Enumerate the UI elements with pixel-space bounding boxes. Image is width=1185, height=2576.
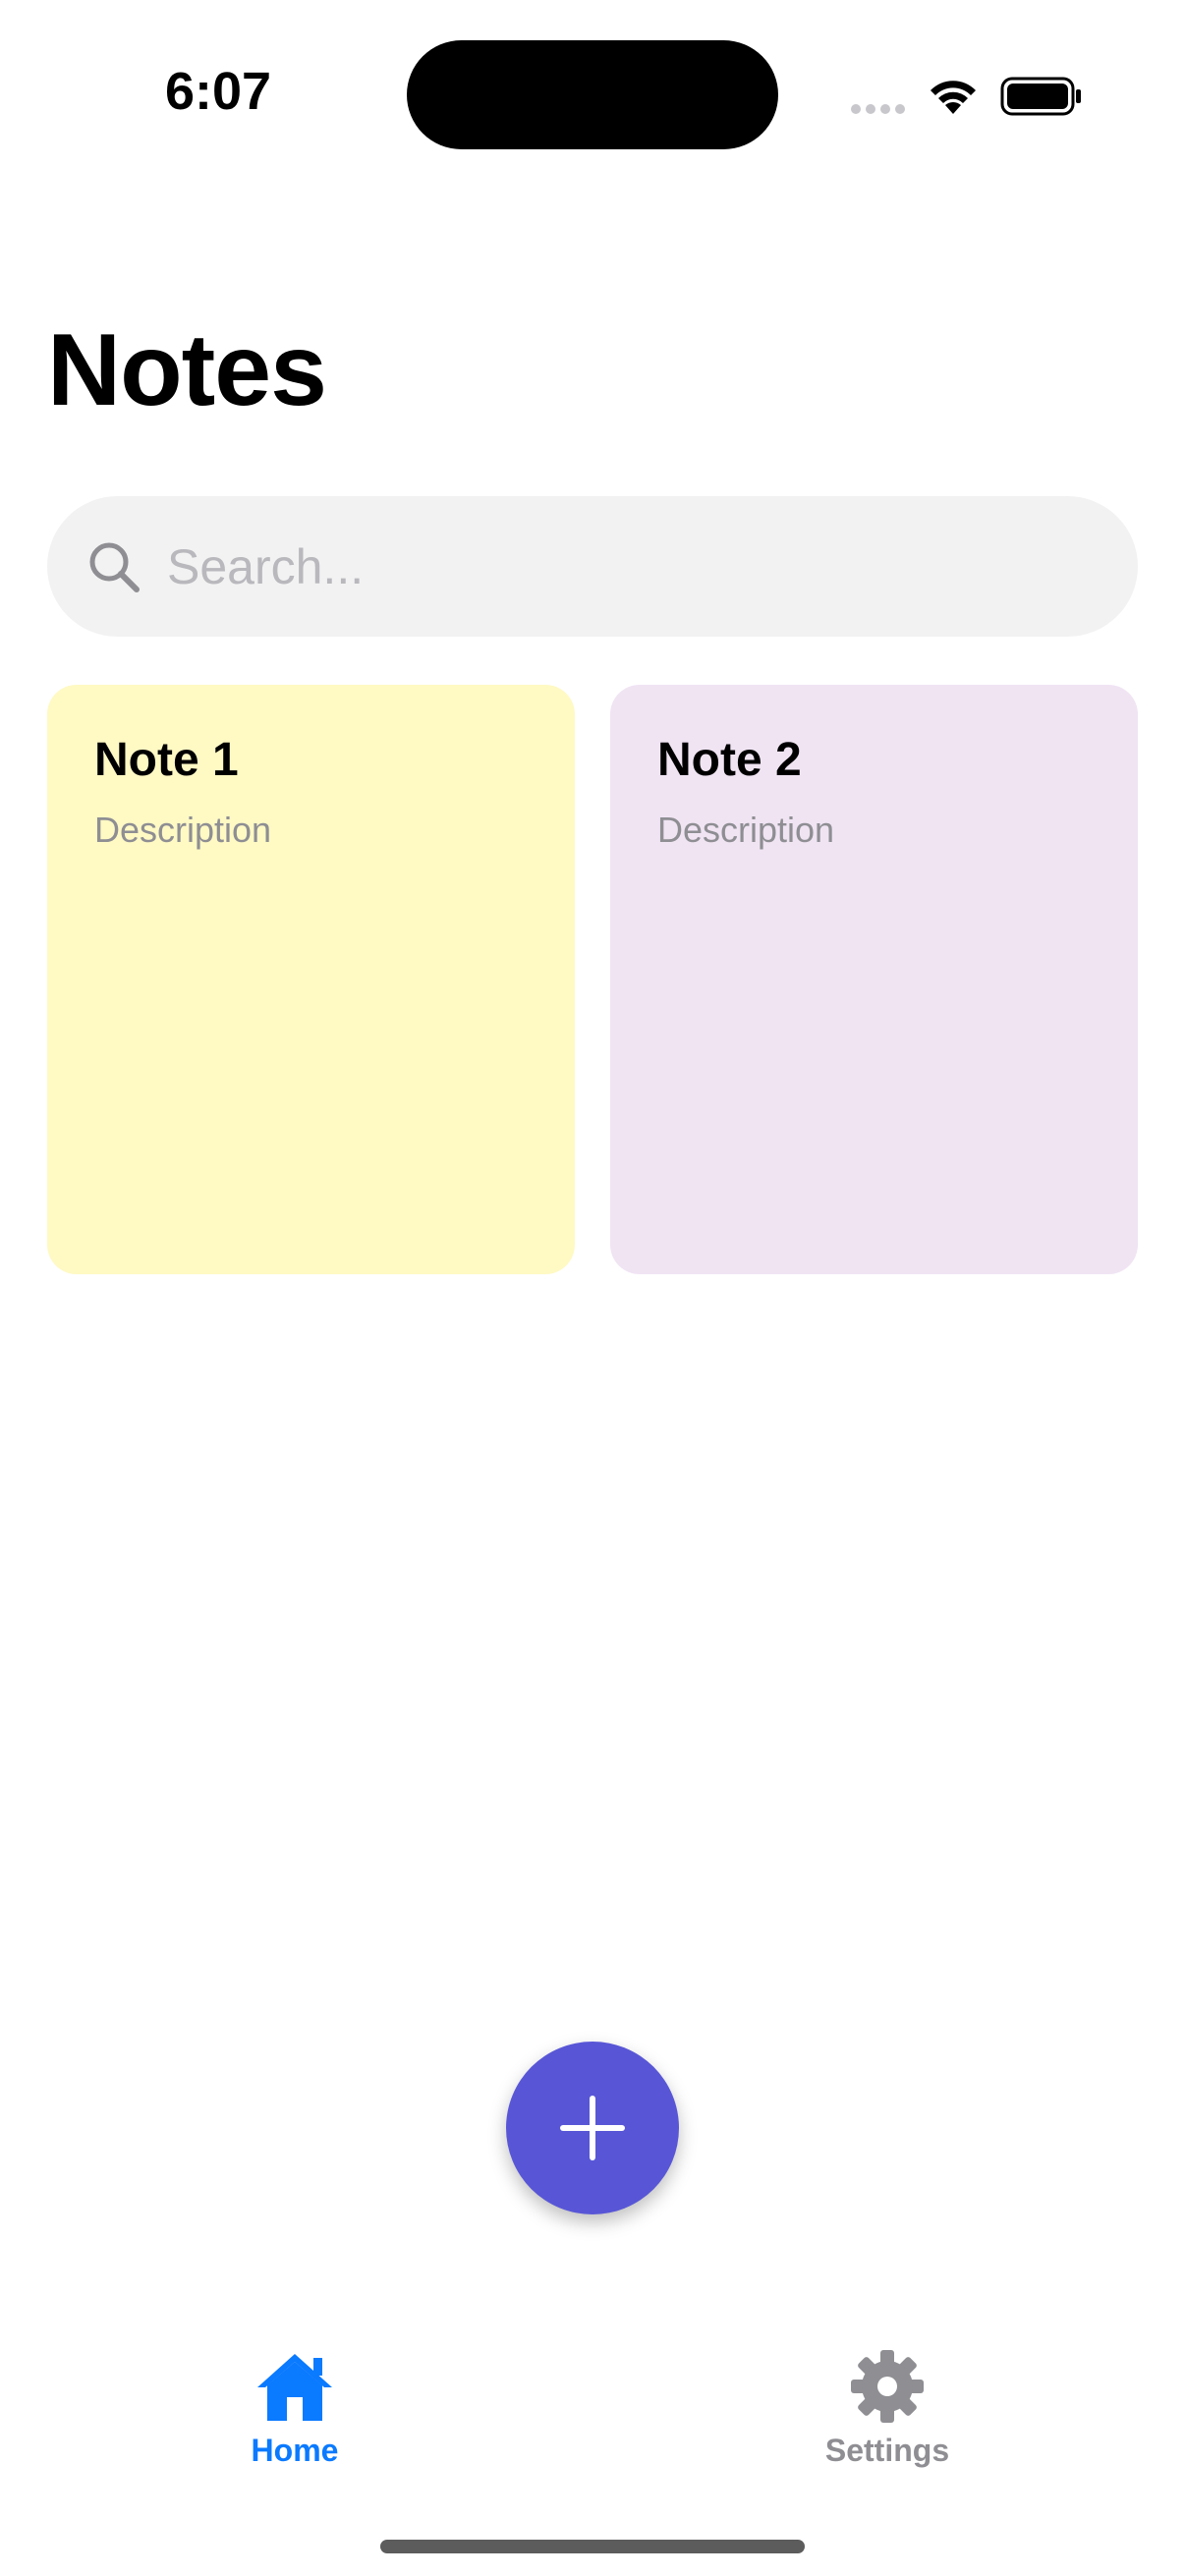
note-card[interactable]: Note 1 Description <box>47 685 575 1274</box>
gear-icon <box>851 2350 924 2423</box>
tab-label-home: Home <box>251 2433 339 2468</box>
search-bar[interactable] <box>47 496 1138 637</box>
home-indicator <box>380 2540 805 2553</box>
tab-label-settings: Settings <box>824 2433 950 2468</box>
house-icon <box>257 2354 332 2421</box>
cellular-signal-icon <box>851 104 905 114</box>
page-title: Notes <box>47 313 327 427</box>
tab-bar: Home Settings <box>0 2319 1185 2515</box>
note-card[interactable]: Note 2 Description <box>610 685 1138 1274</box>
tab-home[interactable]: Home <box>147 2348 442 2495</box>
note-title: Note 1 <box>94 734 239 786</box>
wifi-icon <box>931 81 976 114</box>
tab-settings[interactable]: Settings <box>740 2348 1035 2495</box>
status-time: 6:07 <box>165 62 272 121</box>
plus-icon <box>560 2096 625 2160</box>
dynamic-island <box>407 40 778 149</box>
note-title: Note 2 <box>657 734 802 786</box>
search-input[interactable] <box>167 526 1051 608</box>
search-icon <box>89 542 140 592</box>
screen: 6:07 Notes Note 1 Description Note 2 Des… <box>0 0 1185 2576</box>
add-note-button[interactable] <box>506 2042 679 2214</box>
note-description: Description <box>657 810 835 850</box>
note-description: Description <box>94 810 272 850</box>
battery-icon <box>1000 77 1081 116</box>
